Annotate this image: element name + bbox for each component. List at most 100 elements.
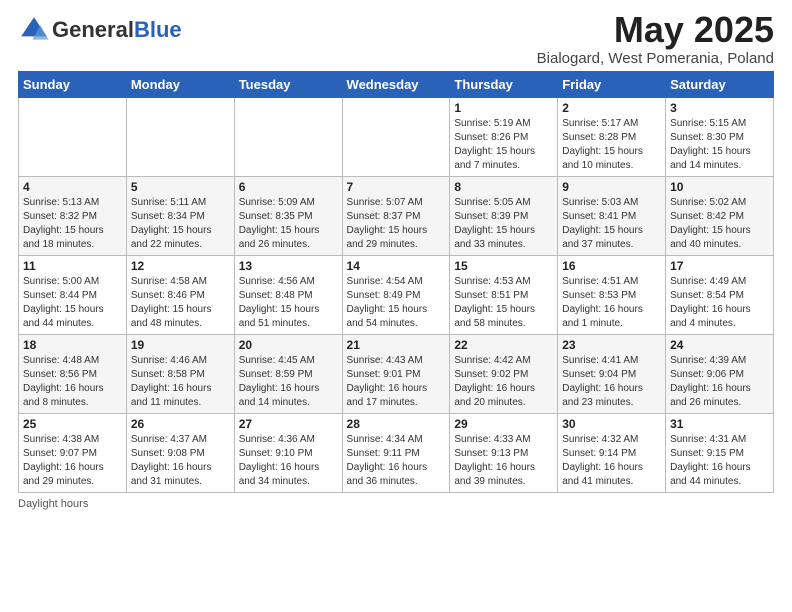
day-number: 6 (239, 180, 338, 194)
day-number: 18 (23, 338, 122, 352)
logo-icon (18, 14, 50, 46)
day-number: 12 (131, 259, 230, 273)
day-number: 8 (454, 180, 553, 194)
weekday-friday: Friday (558, 71, 666, 97)
day-cell: 24Sunrise: 4:39 AM Sunset: 9:06 PM Dayli… (666, 334, 774, 413)
day-cell: 25Sunrise: 4:38 AM Sunset: 9:07 PM Dayli… (19, 413, 127, 492)
header: GeneralBlue May 2025 Bialogard, West Pom… (18, 10, 774, 67)
day-cell: 29 Sunrise: 4:33 AM Sunset: 9:13 PM Dayli… (450, 413, 558, 492)
day-cell: 4 Sunrise: 5:13 AM Sunset: 8:32 PM Daylig… (19, 176, 127, 255)
day-cell: 2Sunrise: 5:17 AM Sunset: 8:28 PM Daylig… (558, 97, 666, 176)
day-number: 7 (347, 180, 446, 194)
day-cell: 1 Sunrise: 5:19 AM Sunset: 8:26 PM Daylig… (450, 97, 558, 176)
week-row-4: 18 Sunrise: 4:48 AM Sunset: 8:56 PM Dayli… (19, 334, 774, 413)
day-info: Sunrise: 5:13 AM Sunset: 8:32 PM Dayligh… (23, 196, 122, 252)
day-number: 4 (23, 180, 122, 194)
day-cell: 11Sunrise: 5:00 AM Sunset: 8:44 PM Dayli… (19, 255, 127, 334)
calendar: SundayMondayTuesdayWednesdayThursdayFrid… (18, 71, 774, 493)
day-info: Sunrise: 4:33 AM Sunset: 9:13 PM Dayligh… (454, 433, 553, 489)
day-info: Sunrise: 5:07 AM Sunset: 8:37 PM Dayligh… (347, 196, 446, 252)
day-number: 24 (670, 338, 769, 352)
day-info: Sunrise: 4:32 AM Sunset: 9:14 PM Dayligh… (562, 433, 661, 489)
day-info: Sunrise: 4:51 AM Sunset: 8:53 PM Dayligh… (562, 275, 661, 331)
week-row-2: 4 Sunrise: 5:13 AM Sunset: 8:32 PM Daylig… (19, 176, 774, 255)
day-info: Sunrise: 4:49 AM Sunset: 8:54 PM Dayligh… (670, 275, 769, 331)
day-cell: 9 Sunrise: 5:03 AM Sunset: 8:41 PM Daylig… (558, 176, 666, 255)
day-number: 1 (454, 101, 553, 115)
day-number: 20 (239, 338, 338, 352)
day-cell: 16Sunrise: 4:51 AM Sunset: 8:53 PM Dayli… (558, 255, 666, 334)
weekday-saturday: Saturday (666, 71, 774, 97)
week-row-5: 25Sunrise: 4:38 AM Sunset: 9:07 PM Dayli… (19, 413, 774, 492)
month-title: May 2025 (537, 10, 774, 50)
day-info: Sunrise: 4:37 AM Sunset: 9:08 PM Dayligh… (131, 433, 230, 489)
location-title: Bialogard, West Pomerania, Poland (537, 50, 774, 67)
day-number: 21 (347, 338, 446, 352)
day-info: Sunrise: 5:02 AM Sunset: 8:42 PM Dayligh… (670, 196, 769, 252)
day-cell (19, 97, 127, 176)
day-number: 31 (670, 417, 769, 431)
weekday-thursday: Thursday (450, 71, 558, 97)
day-number: 19 (131, 338, 230, 352)
day-number: 9 (562, 180, 661, 194)
day-number: 22 (454, 338, 553, 352)
day-info: Sunrise: 4:46 AM Sunset: 8:58 PM Dayligh… (131, 354, 230, 410)
day-cell: 17Sunrise: 4:49 AM Sunset: 8:54 PM Dayli… (666, 255, 774, 334)
day-number: 3 (670, 101, 769, 115)
weekday-monday: Monday (126, 71, 234, 97)
day-cell: 23 Sunrise: 4:41 AM Sunset: 9:04 PM Dayli… (558, 334, 666, 413)
day-number: 28 (347, 417, 446, 431)
day-cell: 6 Sunrise: 5:09 AM Sunset: 8:35 PM Daylig… (234, 176, 342, 255)
day-cell: 10 Sunrise: 5:02 AM Sunset: 8:42 PM Dayli… (666, 176, 774, 255)
day-info: Sunrise: 4:34 AM Sunset: 9:11 PM Dayligh… (347, 433, 446, 489)
day-number: 27 (239, 417, 338, 431)
day-number: 11 (23, 259, 122, 273)
day-cell: 28 Sunrise: 4:34 AM Sunset: 9:11 PM Dayli… (342, 413, 450, 492)
day-info: Sunrise: 4:53 AM Sunset: 8:51 PM Dayligh… (454, 275, 553, 331)
day-cell (126, 97, 234, 176)
day-info: Sunrise: 5:19 AM Sunset: 8:26 PM Dayligh… (454, 117, 553, 173)
day-number: 23 (562, 338, 661, 352)
day-number: 29 (454, 417, 553, 431)
day-cell: 14 Sunrise: 4:54 AM Sunset: 8:49 PM Dayli… (342, 255, 450, 334)
day-cell (234, 97, 342, 176)
day-info: Sunrise: 4:45 AM Sunset: 8:59 PM Dayligh… (239, 354, 338, 410)
day-number: 2 (562, 101, 661, 115)
logo: GeneralBlue (18, 14, 182, 46)
logo-general-text: General (52, 17, 134, 42)
weekday-header-row: SundayMondayTuesdayWednesdayThursdayFrid… (19, 71, 774, 97)
day-cell: 20 Sunrise: 4:45 AM Sunset: 8:59 PM Dayli… (234, 334, 342, 413)
day-info: Sunrise: 5:15 AM Sunset: 8:30 PM Dayligh… (670, 117, 769, 173)
day-cell: 7 Sunrise: 5:07 AM Sunset: 8:37 PM Daylig… (342, 176, 450, 255)
day-number: 26 (131, 417, 230, 431)
day-cell: 27Sunrise: 4:36 AM Sunset: 9:10 PM Dayli… (234, 413, 342, 492)
day-cell (342, 97, 450, 176)
day-cell: 3 Sunrise: 5:15 AM Sunset: 8:30 PM Daylig… (666, 97, 774, 176)
day-number: 14 (347, 259, 446, 273)
week-row-1: 1 Sunrise: 5:19 AM Sunset: 8:26 PM Daylig… (19, 97, 774, 176)
day-number: 25 (23, 417, 122, 431)
day-cell: 22 Sunrise: 4:42 AM Sunset: 9:02 PM Dayli… (450, 334, 558, 413)
day-info: Sunrise: 4:48 AM Sunset: 8:56 PM Dayligh… (23, 354, 122, 410)
day-cell: 31Sunrise: 4:31 AM Sunset: 9:15 PM Dayli… (666, 413, 774, 492)
week-row-3: 11Sunrise: 5:00 AM Sunset: 8:44 PM Dayli… (19, 255, 774, 334)
weekday-sunday: Sunday (19, 71, 127, 97)
weekday-wednesday: Wednesday (342, 71, 450, 97)
logo-blue-text: Blue (134, 17, 182, 42)
day-number: 5 (131, 180, 230, 194)
day-info: Sunrise: 4:42 AM Sunset: 9:02 PM Dayligh… (454, 354, 553, 410)
day-number: 13 (239, 259, 338, 273)
day-number: 30 (562, 417, 661, 431)
day-info: Sunrise: 5:11 AM Sunset: 8:34 PM Dayligh… (131, 196, 230, 252)
day-info: Sunrise: 4:58 AM Sunset: 8:46 PM Dayligh… (131, 275, 230, 331)
day-info: Sunrise: 5:03 AM Sunset: 8:41 PM Dayligh… (562, 196, 661, 252)
day-cell: 30 Sunrise: 4:32 AM Sunset: 9:14 PM Dayli… (558, 413, 666, 492)
footer-note: Daylight hours (18, 498, 774, 510)
day-cell: 12 Sunrise: 4:58 AM Sunset: 8:46 PM Dayli… (126, 255, 234, 334)
day-info: Sunrise: 4:54 AM Sunset: 8:49 PM Dayligh… (347, 275, 446, 331)
day-number: 10 (670, 180, 769, 194)
day-info: Sunrise: 4:41 AM Sunset: 9:04 PM Dayligh… (562, 354, 661, 410)
day-info: Sunrise: 5:09 AM Sunset: 8:35 PM Dayligh… (239, 196, 338, 252)
day-info: Sunrise: 5:05 AM Sunset: 8:39 PM Dayligh… (454, 196, 553, 252)
title-block: May 2025 Bialogard, West Pomerania, Pola… (537, 10, 774, 67)
